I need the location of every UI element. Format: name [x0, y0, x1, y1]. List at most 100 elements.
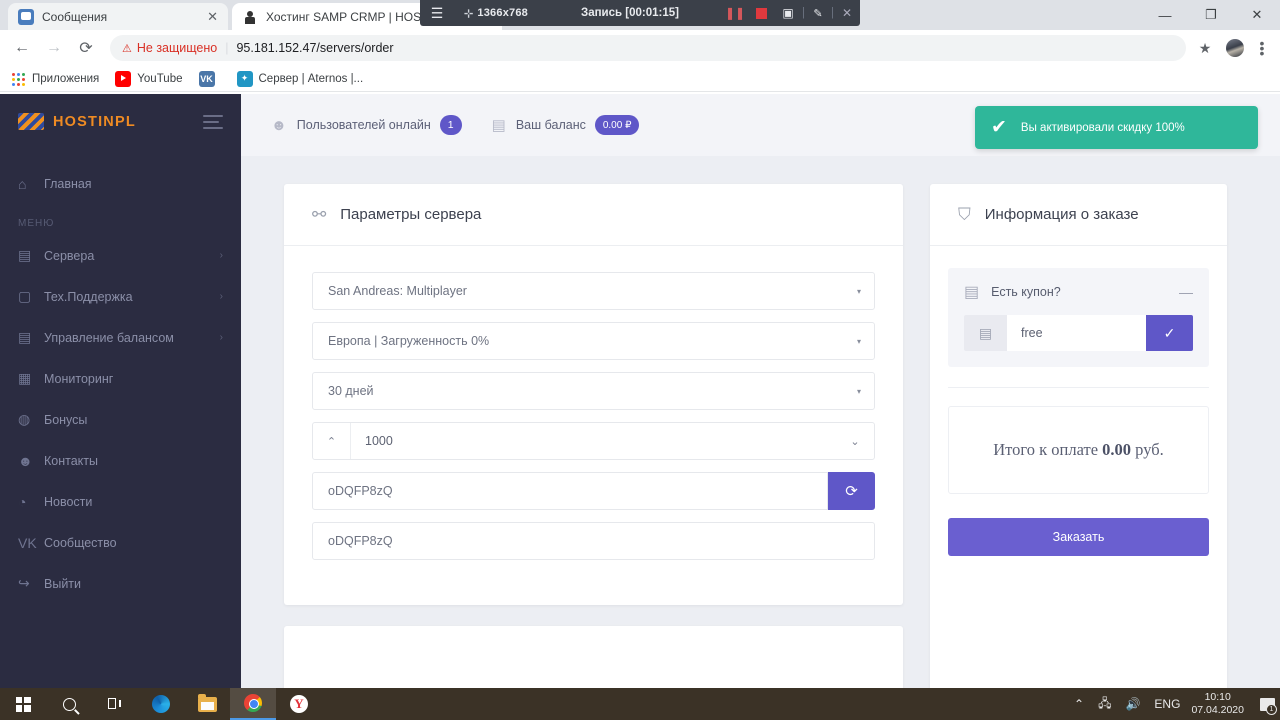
reload-button[interactable]: ⟳: [72, 34, 100, 62]
balance-widget[interactable]: ▤ Ваш баланс 0.00 ₽: [492, 115, 640, 135]
ticket-icon: ▤: [964, 315, 1007, 351]
notifications-button[interactable]: 1: [1254, 688, 1280, 720]
close-button[interactable]: ✕: [1234, 0, 1280, 30]
browser-tab-messages[interactable]: Сообщения ✕: [8, 3, 228, 30]
network-icon[interactable]: 🖧: [1098, 694, 1111, 715]
close-icon[interactable]: ✕: [207, 9, 218, 25]
sidebar-item-label: Выйти: [44, 576, 82, 591]
coupon-header[interactable]: ▤ Есть купон? —: [964, 282, 1193, 302]
pause-button[interactable]: ❚❚: [722, 0, 748, 26]
forward-button[interactable]: →: [40, 34, 68, 62]
minimize-button[interactable]: —: [1142, 0, 1188, 30]
card-header: ⛉ Информация о заказе: [930, 184, 1227, 246]
balance-value: 0.00 ₽: [594, 115, 640, 135]
bookmark-youtube[interactable]: YouTube: [115, 70, 183, 87]
location-select[interactable]: Европа | Загруженность 0% ▾: [312, 322, 875, 360]
pen-icon[interactable]: ✎: [805, 0, 831, 26]
edge-button[interactable]: [138, 688, 184, 720]
flag-logo-icon: [18, 113, 44, 130]
recorder-close-icon[interactable]: ✕: [834, 0, 860, 26]
maximize-button[interactable]: ❐: [1188, 0, 1234, 30]
sidebar-item-news[interactable]: ◔ Новости: [0, 481, 241, 522]
sidebar-item-logout[interactable]: ↪ Выйти: [0, 563, 241, 604]
sidebar-item-bonus[interactable]: ◍ Бонусы: [0, 399, 241, 440]
coupon-label: Есть купон?: [991, 285, 1061, 299]
chrome-menu-icon[interactable]: • • •: [1252, 36, 1272, 60]
bookmark-label: YouTube: [137, 72, 183, 85]
sidebar-item-contacts[interactable]: ☻ Контакты: [0, 440, 241, 481]
recorder-resolution[interactable]: ⊹ 1366x768: [454, 0, 538, 26]
coins-icon: ▤: [18, 329, 32, 345]
apply-coupon-button[interactable]: ✓: [1146, 315, 1193, 351]
sidebar-item-label: Тех.Поддержка: [44, 289, 133, 304]
sidebar-item-label: Управление балансом: [44, 330, 174, 345]
sidebar: HOSTINPL ⌂ Главная МЕНЮ ▤ Сервера › ▢ Те…: [0, 94, 241, 688]
sidebar-item-balance[interactable]: ▤ Управление балансом ›: [0, 317, 241, 358]
coupon-input-row: ▤ free ✓: [964, 315, 1193, 351]
chevron-right-icon: ›: [219, 332, 223, 343]
task-view-icon: [107, 697, 123, 711]
card-body: San Andreas: Multiplayer ▾ Европа | Загр…: [284, 246, 903, 598]
search-button[interactable]: [46, 688, 92, 720]
next-card-partial: [284, 626, 903, 688]
password-input[interactable]: oDQFP8zQ: [312, 472, 828, 510]
sidebar-item-label: Главная: [44, 176, 92, 191]
password-row: oDQFP8zQ ⟳: [312, 472, 875, 510]
regenerate-password-button[interactable]: ⟳: [828, 472, 875, 510]
clock[interactable]: 10:10 07.04.2020: [1191, 691, 1244, 717]
toast-message: Вы активировали скидку 100%: [1020, 121, 1185, 134]
sidebar-item-monitoring[interactable]: ▦ Мониторинг: [0, 358, 241, 399]
windows-logo-icon: [15, 696, 31, 712]
brand-logo[interactable]: HOSTINPL: [0, 94, 241, 149]
sidebar-item-community[interactable]: VK Сообщество: [0, 522, 241, 563]
screenshot-camera-icon[interactable]: ▣: [774, 0, 802, 26]
card-header: ⚯ Параметры сервера: [284, 184, 903, 246]
order-total: Итого к оплате 0.00 руб.: [948, 406, 1209, 494]
bookmark-star-icon[interactable]: ★: [1192, 40, 1218, 57]
url-text: 95.181.152.47/servers/order: [236, 41, 394, 55]
bookmark-apps[interactable]: Приложения: [10, 71, 99, 87]
language-indicator[interactable]: ENG: [1154, 697, 1180, 711]
users-online: ☻ Пользователей онлайн 1: [271, 115, 462, 135]
tray-expand-icon[interactable]: ⌃: [1074, 697, 1084, 711]
vk-icon: VK: [198, 70, 215, 87]
success-toast[interactable]: ✔ Вы активировали скидку 100%: [975, 106, 1258, 149]
coupon-input[interactable]: free: [1007, 315, 1146, 351]
bookmark-aternos[interactable]: ✦ Сервер | Aternos |...: [236, 70, 364, 87]
game-select[interactable]: San Andreas: Multiplayer ▾: [312, 272, 875, 310]
stop-button[interactable]: [748, 0, 774, 26]
start-button[interactable]: [0, 688, 46, 720]
back-button[interactable]: ←: [8, 34, 36, 62]
sidebar-item-servers[interactable]: ▤ Сервера ›: [0, 235, 241, 276]
slots-stepper[interactable]: ⌃ 1000 ⌄: [312, 422, 875, 460]
bookmark-vk[interactable]: VK: [198, 70, 221, 87]
task-view-button[interactable]: [92, 688, 138, 720]
sidebar-item-label: Новости: [44, 494, 93, 509]
explorer-button[interactable]: [184, 688, 230, 720]
yandex-button[interactable]: Y: [276, 688, 322, 720]
support-icon: ▢: [18, 288, 32, 304]
collapse-icon[interactable]: —: [1179, 284, 1193, 300]
recorder-menu-icon[interactable]: ☰: [420, 0, 454, 26]
stepper-up-icon[interactable]: ⌃: [313, 423, 351, 459]
bookmark-label: Сервер | Aternos |...: [258, 72, 364, 85]
screen-recorder-toolbar: ☰ ⊹ 1366x768 Запись [00:01:15] ❚❚ ▣ | ✎ …: [420, 0, 860, 26]
messages-icon: [18, 8, 34, 25]
volume-icon[interactable]: 🔊: [1125, 697, 1140, 711]
contacts-icon: ☻: [18, 452, 33, 469]
sidebar-item-label: Сервера: [44, 248, 95, 263]
sidebar-item-support[interactable]: ▢ Тех.Поддержка ›: [0, 276, 241, 317]
hamburger-icon[interactable]: [203, 111, 223, 133]
period-select[interactable]: 30 дней ▾: [312, 372, 875, 410]
address-bar[interactable]: ⚠ Не защищено | 95.181.152.47/servers/or…: [110, 35, 1186, 61]
news-icon: ◔: [18, 493, 27, 510]
profile-avatar[interactable]: [1226, 39, 1244, 57]
password-confirm-value: oDQFP8zQ: [328, 534, 393, 548]
order-button[interactable]: Заказать: [948, 518, 1209, 556]
chrome-button[interactable]: [230, 688, 276, 720]
sidebar-item-home[interactable]: ⌂ Главная: [0, 163, 241, 204]
password-confirm-input[interactable]: oDQFP8zQ: [312, 522, 875, 560]
security-indicator[interactable]: ⚠ Не защищено: [122, 41, 217, 55]
stepper-down-icon[interactable]: ⌄: [836, 423, 874, 459]
location-select-value: Европа | Загруженность 0%: [328, 334, 490, 348]
